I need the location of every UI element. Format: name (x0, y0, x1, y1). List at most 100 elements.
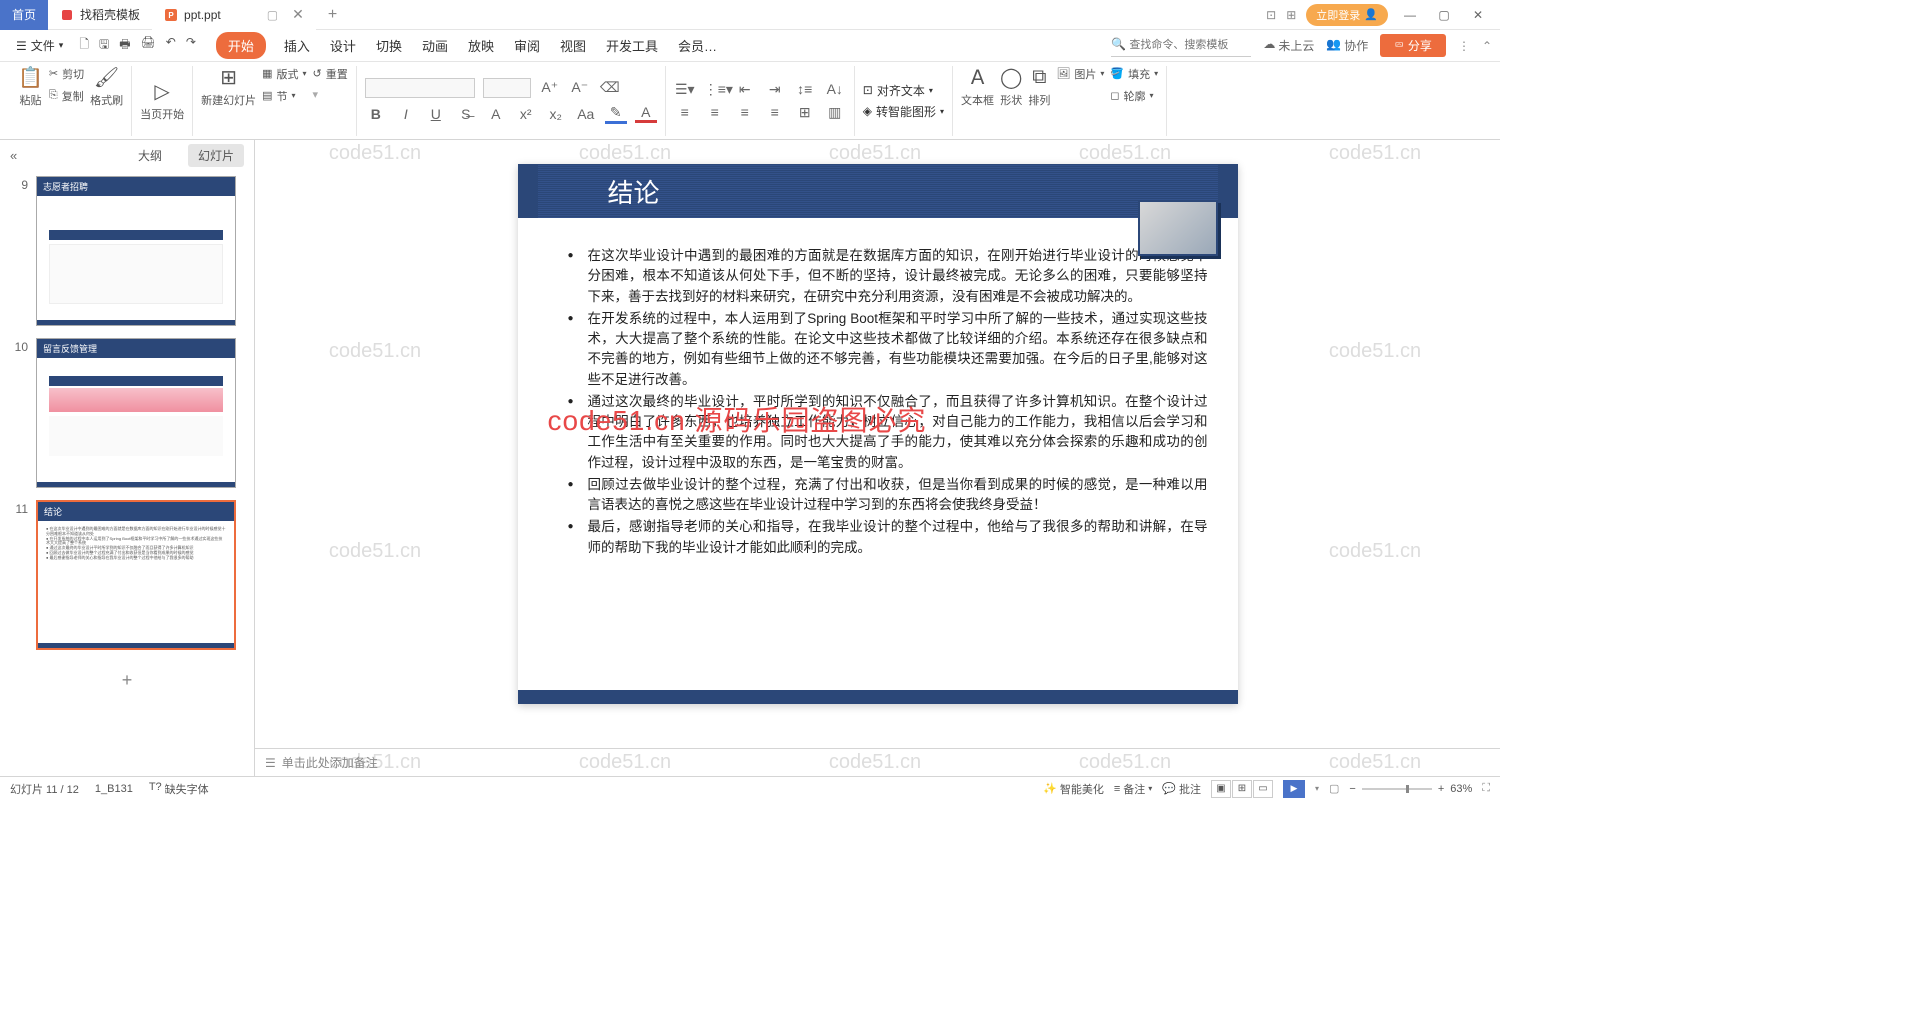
collab-button[interactable]: 👥协作 (1326, 37, 1368, 54)
collapse-panel-icon[interactable]: « (10, 148, 17, 163)
cloud-button[interactable]: ☁未上云 (1263, 37, 1314, 54)
more-icon[interactable]: ⋮ (1458, 39, 1470, 53)
align-right-icon[interactable]: ≡ (734, 104, 756, 120)
increase-indent-icon[interactable]: ⇥ (764, 81, 786, 98)
underline-icon[interactable]: U (425, 106, 447, 122)
font-color-icon[interactable]: A (635, 104, 657, 123)
numbering-icon[interactable]: ⋮≡▾ (704, 81, 726, 98)
bold-icon[interactable]: B (365, 106, 387, 122)
new-doc-icon[interactable]: 🗋 (79, 35, 89, 56)
tab-review[interactable]: 审阅 (512, 32, 542, 59)
align-justify-icon[interactable]: ≡ (764, 104, 786, 120)
fit-window-icon[interactable]: ▢ (1329, 782, 1339, 795)
line-spacing-icon[interactable]: ↕≡ (794, 81, 816, 97)
thumbnail-9[interactable]: 9 志愿者招聘 (10, 176, 244, 326)
minimize-icon[interactable]: — (1398, 8, 1422, 22)
slideshow-button[interactable]: ▶ (1283, 780, 1305, 798)
columns-icon[interactable]: ▥ (824, 104, 846, 121)
increase-font-icon[interactable]: A⁺ (539, 79, 561, 96)
tab-transition[interactable]: 切换 (374, 32, 404, 59)
decrease-indent-icon[interactable]: ⇤ (734, 81, 756, 98)
search-input[interactable] (1111, 35, 1251, 57)
zoom-fit-icon[interactable]: ⛶ (1482, 782, 1490, 795)
clear-format-icon[interactable]: ⌫ (599, 79, 621, 96)
smart-graphic-button[interactable]: ◈转智能图形▾ (863, 103, 944, 120)
tab-member[interactable]: 会员… (676, 32, 719, 59)
from-current-button[interactable]: ▷当页开始 (140, 80, 184, 122)
tab-view[interactable]: 视图 (558, 32, 588, 59)
strikethrough-icon[interactable]: S̶ (455, 106, 477, 122)
template-tab[interactable]: 找稻壳模板 (48, 0, 152, 30)
reset-button[interactable]: ↺重置 (313, 66, 348, 82)
highlight-icon[interactable]: ✎ (605, 104, 627, 124)
more-layout-button[interactable]: ▾ (313, 88, 348, 101)
maximize-icon[interactable]: ▢ (1432, 8, 1456, 22)
file-menu[interactable]: ☰ 文件 ▾ (8, 37, 71, 54)
paste-button[interactable]: 📋粘贴 (18, 66, 43, 108)
redo-icon[interactable]: ↷ (186, 35, 196, 56)
new-tab-button[interactable]: + (316, 0, 349, 30)
italic-icon[interactable]: I (395, 106, 417, 122)
notes-button[interactable]: ≡备注▾ (1114, 781, 1152, 797)
close-tab-icon[interactable]: ✕ (292, 6, 304, 23)
share-button[interactable]: ⮹分享 (1380, 34, 1446, 57)
change-case-icon[interactable]: Aa (575, 106, 597, 122)
slide-body[interactable]: 在这次毕业设计中遇到的最困难的方面就是在数据库方面的知识，在刚开始进行毕业设计的… (518, 218, 1238, 570)
align-center-icon[interactable]: ≡ (704, 104, 726, 120)
reading-view-icon[interactable]: ▭ (1253, 780, 1273, 798)
sorter-view-icon[interactable]: ⊞ (1232, 780, 1252, 798)
undo-icon[interactable]: ↶ (166, 35, 176, 56)
align-left-icon[interactable]: ≡ (674, 104, 696, 120)
tab-start[interactable]: 开始 (216, 32, 266, 59)
slides-tab[interactable]: 幻灯片 (188, 144, 244, 167)
save-icon[interactable]: 🖫 (99, 35, 109, 56)
section-button[interactable]: ▤节▾ (262, 88, 306, 104)
slideshow-dropdown-icon[interactable]: ▾ (1315, 784, 1319, 793)
copy-button[interactable]: ⎘复制 (49, 88, 84, 104)
tab-design[interactable]: 设计 (328, 32, 358, 59)
outline-tab[interactable]: 大纲 (128, 144, 172, 167)
thumbnail-11[interactable]: 11 结论● 在这次毕业设计中遇到的最困难的方面就是在数据库方面的知识在刚开始进… (10, 500, 244, 650)
text-direction-icon[interactable]: A↓ (824, 81, 846, 97)
shape-button[interactable]: ◯形状 (1000, 66, 1022, 108)
comments-button[interactable]: 💬批注 (1162, 781, 1201, 797)
tab-developer[interactable]: 开发工具 (604, 32, 660, 59)
tab-insert[interactable]: 插入 (282, 32, 312, 59)
fill-button[interactable]: 🪣填充▾ (1110, 66, 1158, 82)
format-painter-button[interactable]: 🖌格式刷 (90, 66, 123, 108)
slide-title[interactable]: 结论 (518, 164, 1238, 218)
close-window-icon[interactable]: ✕ (1466, 8, 1490, 22)
zoom-out-icon[interactable]: − (1349, 783, 1355, 795)
login-button[interactable]: 立即登录 👤 (1306, 4, 1388, 26)
thumbnail-10[interactable]: 10 留言反馈管理 (10, 338, 244, 488)
outline-button[interactable]: ◻轮廓▾ (1110, 88, 1158, 104)
superscript-icon[interactable]: x² (515, 106, 537, 122)
textbox-button[interactable]: 𝖠文本框 (961, 66, 994, 108)
add-slide-button[interactable]: + (10, 662, 244, 699)
print-preview-icon[interactable]: 🖶 (119, 35, 130, 56)
zoom-in-icon[interactable]: + (1438, 783, 1444, 795)
slide-canvas[interactable]: 结论 在这次毕业设计中遇到的最困难的方面就是在数据库方面的知识，在刚开始进行毕业… (255, 140, 1500, 748)
missing-font-button[interactable]: T?缺失字体 (149, 781, 209, 797)
subscript-icon[interactable]: x₂ (545, 106, 567, 122)
home-tab[interactable]: 首页 (0, 0, 48, 30)
layout-button[interactable]: ▦版式▾ (262, 66, 306, 82)
layout-icon-1[interactable]: ⊡ (1266, 8, 1276, 22)
cut-button[interactable]: ✂剪切 (49, 66, 84, 82)
font-family-select[interactable] (365, 78, 475, 98)
zoom-slider[interactable] (1362, 788, 1432, 790)
shadow-icon[interactable]: A (485, 106, 507, 122)
arrange-button[interactable]: ⧉排列 (1028, 66, 1050, 108)
new-slide-button[interactable]: ⊞新建幻灯片 (201, 66, 256, 108)
smart-beautify-button[interactable]: ✨智能美化 (1043, 781, 1104, 797)
picture-button[interactable]: 🖼图片▾ (1056, 66, 1104, 82)
bullets-icon[interactable]: ☰▾ (674, 81, 696, 98)
print-icon[interactable]: 🖨 (141, 35, 156, 56)
notes-pane[interactable]: ☰ 单击此处添加备注 (255, 748, 1500, 776)
normal-view-icon[interactable]: ▣ (1211, 780, 1231, 798)
distribute-icon[interactable]: ⊞ (794, 104, 816, 121)
font-size-select[interactable] (483, 78, 531, 98)
tab-slideshow[interactable]: 放映 (466, 32, 496, 59)
align-text-button[interactable]: ⊡对齐文本▾ (863, 82, 933, 99)
layout-icon-2[interactable]: ⊞ (1286, 8, 1296, 22)
